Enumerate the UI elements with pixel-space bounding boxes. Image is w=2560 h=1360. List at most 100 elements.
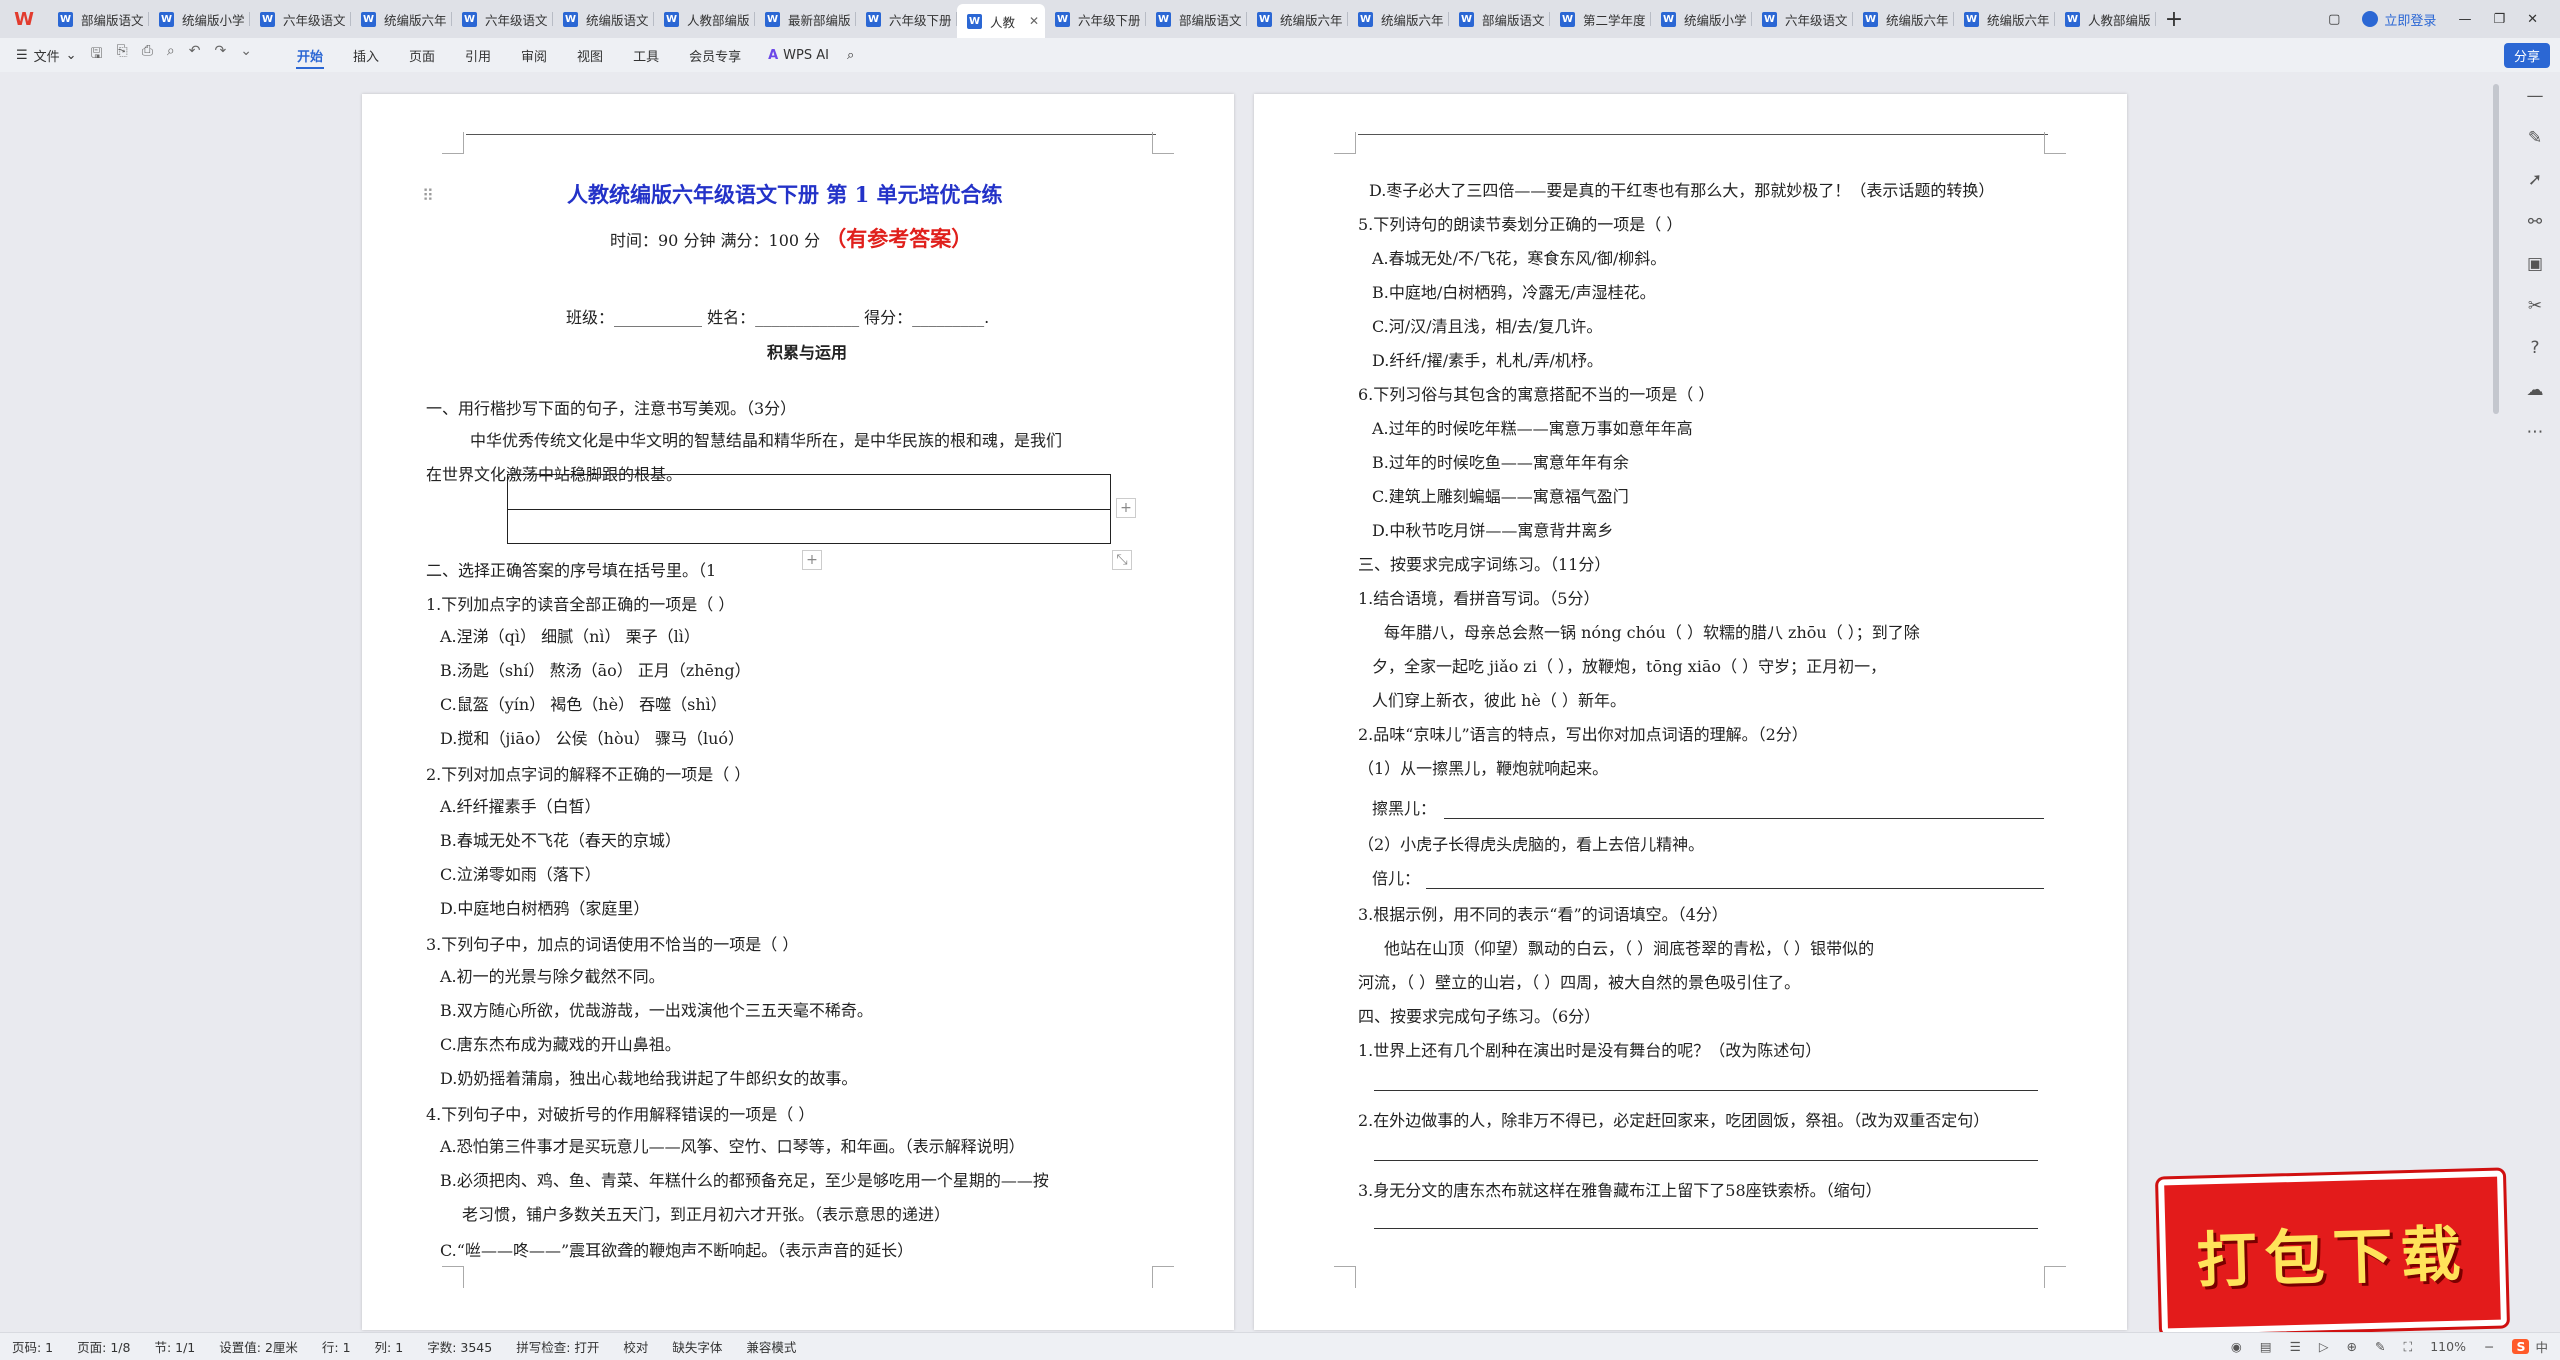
- add-column-icon[interactable]: +: [802, 550, 822, 570]
- document-tab[interactable]: W 统编版六年: [1247, 4, 1348, 34]
- download-promo-badge[interactable]: 打包下载: [2154, 1167, 2511, 1338]
- format-icon[interactable]: ⚯: [2528, 212, 2542, 232]
- status-item[interactable]: 设置值: 2厘米: [207, 1337, 310, 1356]
- handwriting-grid[interactable]: [507, 474, 1111, 544]
- document-tab[interactable]: W 第二学年度: [1550, 4, 1651, 34]
- more-chevron-icon[interactable]: ⌄: [240, 43, 252, 67]
- help-icon[interactable]: ?: [2530, 338, 2539, 358]
- document-page-2[interactable]: D.枣子必大了三四倍——要是真的干红枣也有那么大，那就妙极了！（表示话题的转换）…: [1254, 94, 2127, 1330]
- status-item[interactable]: 行: 1: [310, 1337, 363, 1356]
- zoom-out-icon[interactable]: −: [2484, 1339, 2494, 1354]
- document-tab[interactable]: W 统编版语文: [553, 4, 654, 34]
- word-doc-icon: W: [1055, 11, 1070, 27]
- section-heading: 积累与运用: [767, 343, 848, 362]
- minimize-icon[interactable]: —: [2458, 12, 2471, 27]
- status-item[interactable]: 兼容模式: [734, 1337, 808, 1356]
- document-tab[interactable]: W 最新部编版: [755, 4, 856, 34]
- redo-icon[interactable]: ↷: [215, 43, 227, 67]
- edit-pen-icon[interactable]: ✎: [2528, 128, 2542, 148]
- tools-icon[interactable]: ✂: [2528, 296, 2542, 316]
- eye-protection-icon[interactable]: ◉: [2231, 1339, 2242, 1354]
- add-row-icon[interactable]: +: [1116, 498, 1136, 518]
- ribbon-tab[interactable]: 引用: [450, 38, 506, 72]
- ribbon-tab[interactable]: 会员专享: [674, 38, 756, 72]
- share-button[interactable]: 分享: [2503, 42, 2550, 68]
- status-item[interactable]: 页码: 1: [0, 1337, 65, 1356]
- answer-blank[interactable]: [1374, 1228, 2038, 1229]
- status-item[interactable]: 缺失字体: [660, 1337, 734, 1356]
- search-icon[interactable]: ⌕: [847, 48, 854, 63]
- document-text-line: 他站在山顶（仰望）飘动的白云，（ ）涧底苍翠的青松，（ ）银带似的: [1384, 939, 1875, 958]
- document-tab[interactable]: W 统编版小学: [1651, 4, 1752, 34]
- document-tab[interactable]: W 人教部编版: [654, 4, 755, 34]
- document-tab[interactable]: W 统编版六年: [351, 4, 452, 34]
- ribbon-tab[interactable]: 开始: [282, 38, 338, 72]
- window-icon[interactable]: ▢: [2328, 12, 2340, 27]
- ribbon-tab[interactable]: 视图: [562, 38, 618, 72]
- document-tab[interactable]: W 统编版小学: [149, 4, 250, 34]
- document-tab[interactable]: W 人教 ✕: [957, 4, 1045, 38]
- web-view-icon[interactable]: ⊕: [2347, 1339, 2357, 1354]
- document-tab[interactable]: W 统编版六年: [1954, 4, 2055, 34]
- document-text-line: 中华优秀传统文化是中华文明的智慧结晶和精华所在，是中华民族的根和魂，是我们: [470, 431, 1063, 450]
- zoom-level[interactable]: 110%: [2430, 1339, 2466, 1354]
- document-tab[interactable]: W 六年级语文: [1752, 4, 1853, 34]
- page-view-icon[interactable]: ▤: [2260, 1339, 2272, 1354]
- document-tab[interactable]: W 人教部编版: [2055, 4, 2156, 34]
- maximize-icon[interactable]: ❐: [2493, 12, 2505, 27]
- outline-view-icon[interactable]: ☰: [2290, 1339, 2301, 1354]
- answer-blank[interactable]: [1426, 888, 2044, 889]
- ribbon-tab[interactable]: 插入: [338, 38, 394, 72]
- drag-handle-icon[interactable]: ⠿: [422, 186, 434, 205]
- document-tab[interactable]: W 部编版语文: [48, 4, 149, 34]
- document-tab[interactable]: W 六年级下册: [856, 4, 957, 34]
- print-preview-icon[interactable]: ⌕: [167, 43, 175, 67]
- new-tab-button[interactable]: +: [2156, 7, 2192, 32]
- close-window-icon[interactable]: ✕: [2527, 12, 2538, 27]
- backup-icon[interactable]: ☁: [2527, 380, 2544, 400]
- document-tab[interactable]: W 部编版语文: [1146, 4, 1247, 34]
- status-item[interactable]: 字数: 3545: [415, 1337, 504, 1356]
- status-item[interactable]: 校对: [611, 1337, 660, 1356]
- status-item[interactable]: 列: 1: [363, 1337, 416, 1356]
- document-page-1[interactable]: ⠿ 人教统编版六年级语文下册 第 1 单元培优合练 时间：90 分钟 满分：10…: [362, 94, 1234, 1330]
- collapse-icon[interactable]: —: [2527, 86, 2544, 106]
- status-item[interactable]: 拼写检查: 打开: [504, 1337, 611, 1356]
- wps-ai-button[interactable]: A WPS AI: [756, 48, 841, 63]
- more-options-icon[interactable]: ⋯: [2527, 422, 2544, 442]
- close-tab-icon[interactable]: ✕: [1029, 14, 1039, 28]
- document-tab[interactable]: W 部编版语文: [1449, 4, 1550, 34]
- table-resize-icon[interactable]: ⤡: [1112, 550, 1132, 570]
- document-tab[interactable]: W 六年级语文: [250, 4, 351, 34]
- ribbon-tab[interactable]: 页面: [394, 38, 450, 72]
- undo-icon[interactable]: ↶: [189, 43, 201, 67]
- status-item[interactable]: 页面: 1/8: [65, 1337, 142, 1356]
- export-pdf-icon[interactable]: ⎘: [117, 43, 128, 67]
- print-icon[interactable]: ⎙: [142, 43, 153, 67]
- document-tab[interactable]: W 六年级下册: [1045, 4, 1146, 34]
- pen-icon[interactable]: ✎: [2375, 1339, 2385, 1354]
- ribbon-tab[interactable]: 工具: [618, 38, 674, 72]
- answer-blank[interactable]: [1444, 818, 2044, 819]
- word-doc-icon: W: [967, 13, 982, 29]
- input-method[interactable]: S中: [2512, 1337, 2548, 1356]
- answer-blank[interactable]: [1374, 1090, 2038, 1091]
- document-text-line: 倍儿：: [1372, 869, 1421, 888]
- review-icon[interactable]: ▣: [2527, 254, 2543, 274]
- wps-logo-icon[interactable]: W: [0, 0, 48, 38]
- login-button[interactable]: 立即登录: [2362, 10, 2436, 29]
- save-icon[interactable]: 🖫: [91, 43, 103, 67]
- document-tab[interactable]: W 六年级语文: [452, 4, 553, 34]
- select-cursor-icon[interactable]: ➚: [2528, 170, 2542, 190]
- document-tab[interactable]: W 统编版六年: [1853, 4, 1954, 34]
- fit-page-icon[interactable]: ⛶: [2403, 1339, 2412, 1355]
- ribbon-tab[interactable]: 审阅: [506, 38, 562, 72]
- document-text-line: 1.结合语境，看拼音写词。（5分）: [1358, 589, 1600, 608]
- file-menu[interactable]: ☰ 文件 ⌄: [0, 46, 91, 65]
- document-tab[interactable]: W 统编版六年: [1348, 4, 1449, 34]
- vertical-scrollbar[interactable]: [2493, 84, 2499, 414]
- play-icon[interactable]: ▷: [2319, 1339, 2329, 1354]
- status-item[interactable]: 节: 1/1: [142, 1337, 207, 1356]
- wps-ai-icon: A: [768, 47, 779, 63]
- answer-blank[interactable]: [1374, 1160, 2038, 1161]
